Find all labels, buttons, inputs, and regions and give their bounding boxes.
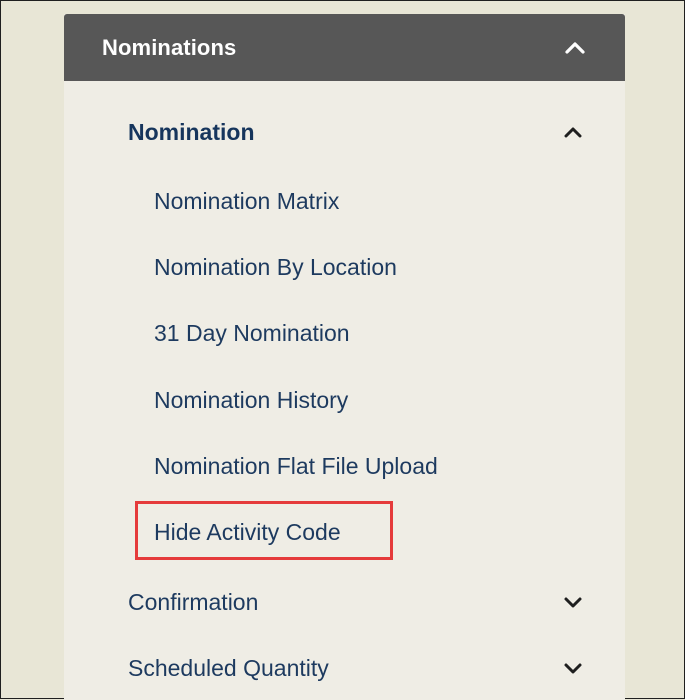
section-scheduled-quantity-label: Scheduled Quantity [128,654,329,681]
menu-item-nomination-flat-file-upload[interactable]: Nomination Flat File Upload [154,446,438,486]
chevron-down-icon[interactable] [561,590,585,614]
nominations-menu-panel: Nominations Nomination Nomination Matrix… [64,14,625,700]
chevron-up-icon[interactable] [561,120,585,144]
menu-item-31-day-nomination[interactable]: 31 Day Nomination [154,313,350,353]
section-nomination-label: Nomination [128,118,255,145]
section-confirmation-label: Confirmation [128,588,259,615]
nominations-header[interactable]: Nominations [64,14,625,81]
section-confirmation[interactable]: Confirmation [64,577,625,627]
menu-item-nomination-by-location[interactable]: Nomination By Location [154,247,397,287]
nominations-header-title: Nominations [102,34,237,60]
section-scheduled-quantity[interactable]: Scheduled Quantity [64,643,625,693]
menu-item-nomination-matrix[interactable]: Nomination Matrix [154,181,339,221]
menu-item-nomination-history[interactable]: Nomination History [154,380,348,420]
chevron-down-icon[interactable] [561,656,585,680]
menu-item-hide-activity-code[interactable]: Hide Activity Code [154,512,341,552]
chevron-up-icon[interactable] [563,36,587,60]
section-nomination[interactable]: Nomination [64,107,625,157]
